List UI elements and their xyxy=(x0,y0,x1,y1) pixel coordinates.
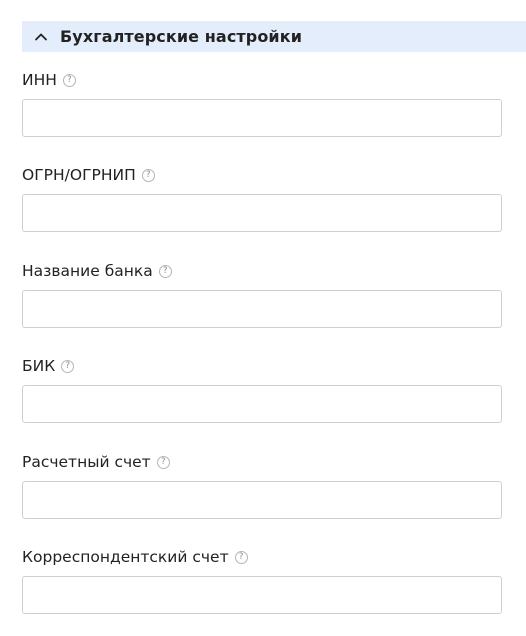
correspondent-account-input[interactable] xyxy=(22,576,502,614)
checking-account-field: Расчетный счет ? xyxy=(22,452,502,519)
checking-account-input[interactable] xyxy=(22,481,502,519)
help-icon[interactable]: ? xyxy=(158,264,172,278)
help-icon[interactable]: ? xyxy=(61,359,75,373)
inn-field: ИНН ? xyxy=(22,70,502,137)
bik-input[interactable] xyxy=(22,385,502,423)
section-title: Бухгалтерские настройки xyxy=(60,27,303,46)
bik-field: БИК ? xyxy=(22,356,502,423)
checking-account-label: Расчетный счет xyxy=(22,453,151,471)
help-icon[interactable]: ? xyxy=(141,168,155,182)
help-icon[interactable]: ? xyxy=(234,550,248,564)
ogrn-label: ОГРН/ОГРНИП xyxy=(22,166,136,184)
bank-name-input[interactable] xyxy=(22,290,502,328)
help-icon[interactable]: ? xyxy=(62,73,76,87)
bik-label: БИК xyxy=(22,357,56,375)
correspondent-account-label: Корреспондентский счет xyxy=(22,548,229,566)
bank-name-label: Название банка xyxy=(22,262,153,280)
inn-input[interactable] xyxy=(22,99,502,137)
ogrn-field: ОГРН/ОГРНИП ? xyxy=(22,165,502,232)
ogrn-input[interactable] xyxy=(22,194,502,232)
inn-label: ИНН xyxy=(22,71,57,89)
bank-name-field: Название банка ? xyxy=(22,261,502,328)
accounting-settings-header[interactable]: Бухгалтерские настройки xyxy=(22,21,526,52)
help-icon[interactable]: ? xyxy=(156,455,170,469)
chevron-up-icon xyxy=(22,21,60,52)
correspondent-account-field: Корреспондентский счет ? xyxy=(22,547,502,614)
